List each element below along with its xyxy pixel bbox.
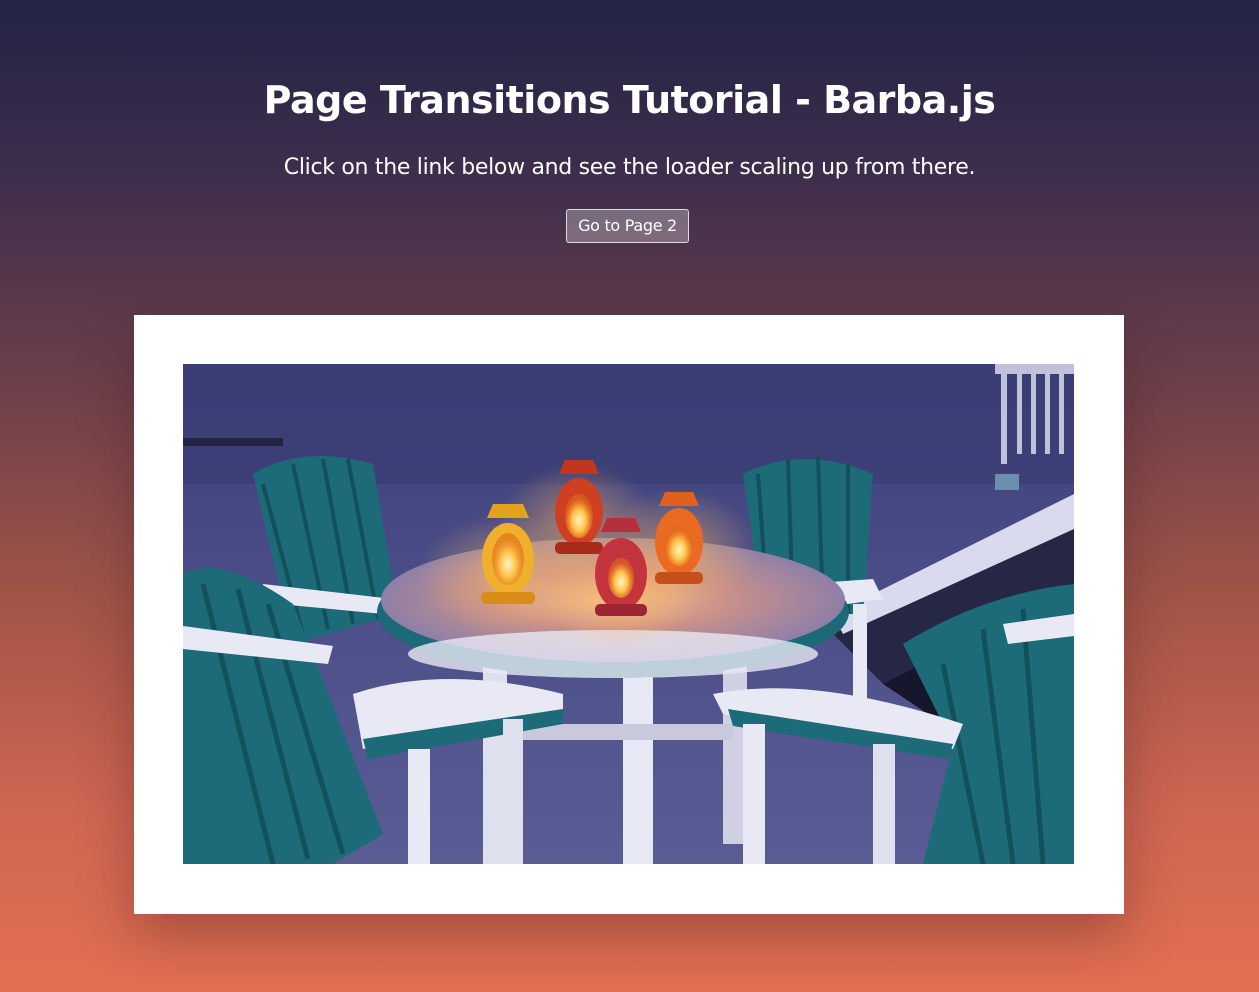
photo-frame	[134, 315, 1124, 914]
hero-photo	[183, 364, 1074, 864]
go-to-page-2-button[interactable]: Go to Page 2	[566, 209, 689, 243]
page-title: Page Transitions Tutorial - Barba.js	[263, 78, 996, 122]
lantern-table-illustration	[183, 364, 1074, 864]
page-subtitle: Click on the link below and see the load…	[283, 155, 976, 180]
